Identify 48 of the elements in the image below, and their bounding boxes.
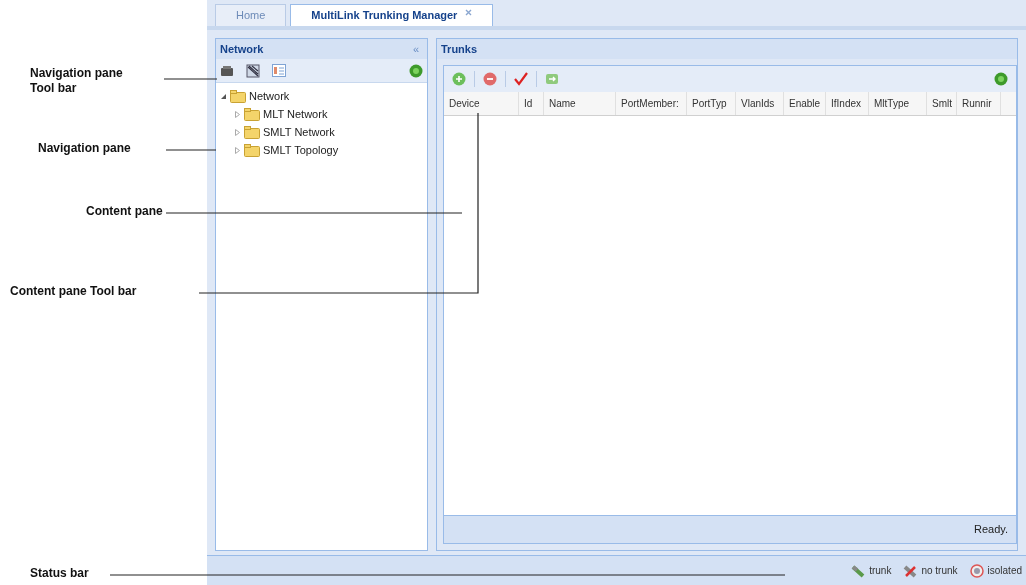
callout-label: Navigation pane bbox=[38, 141, 131, 156]
tree-item[interactable]: MLT Network bbox=[263, 105, 328, 123]
device-icon[interactable] bbox=[220, 64, 234, 77]
tree-item[interactable]: Network bbox=[249, 87, 290, 105]
topology-icon[interactable] bbox=[246, 63, 260, 78]
list-icon[interactable] bbox=[272, 64, 286, 77]
help-icon[interactable] bbox=[994, 72, 1008, 86]
panel-title: Network bbox=[220, 41, 264, 57]
column-header[interactable]: Id bbox=[519, 92, 544, 115]
broken-link-icon bbox=[903, 563, 918, 578]
callout-label: Status bar bbox=[30, 566, 89, 581]
callout-label: Content pane Tool bar bbox=[10, 284, 137, 299]
tree-item[interactable]: SMLT Topology bbox=[263, 141, 339, 159]
column-header[interactable]: PortTyp bbox=[687, 92, 736, 115]
help-icon[interactable] bbox=[409, 63, 423, 78]
leader-line bbox=[163, 78, 218, 80]
expand-arrow-icon[interactable] bbox=[234, 128, 241, 136]
legend-label: isolated bbox=[987, 564, 1022, 578]
checkmark-icon[interactable] bbox=[514, 72, 528, 86]
folder-icon bbox=[244, 143, 260, 157]
column-header[interactable]: Enable bbox=[784, 92, 826, 115]
folder-icon bbox=[244, 107, 260, 121]
column-header[interactable]: IfIndex bbox=[826, 92, 869, 115]
folder-icon bbox=[230, 89, 246, 103]
remove-icon[interactable] bbox=[483, 72, 497, 86]
column-header[interactable]: Runnir bbox=[957, 92, 1001, 115]
expand-arrow-icon[interactable] bbox=[234, 110, 241, 118]
legend-label: no trunk bbox=[921, 564, 958, 578]
tab[interactable]: MultiLink Trunking Manager bbox=[290, 4, 494, 26]
tree-item[interactable]: SMLT Network bbox=[263, 123, 335, 141]
column-header[interactable]: VlanIds bbox=[736, 92, 784, 115]
column-header[interactable]: Smlt bbox=[927, 92, 957, 115]
column-header[interactable]: Name bbox=[544, 92, 616, 115]
add-icon[interactable] bbox=[452, 72, 466, 86]
column-header[interactable]: PortMember: bbox=[616, 92, 687, 115]
collapse-arrow-icon[interactable] bbox=[220, 92, 227, 100]
legend-label: trunk bbox=[869, 564, 892, 578]
link-icon bbox=[851, 563, 866, 578]
column-header[interactable]: MltType bbox=[869, 92, 927, 115]
target-icon bbox=[969, 563, 984, 578]
callout-label: Content pane bbox=[86, 204, 163, 219]
callout-label: Navigation pane Tool bar bbox=[30, 66, 123, 96]
close-icon[interactable] bbox=[465, 9, 473, 16]
column-header[interactable]: Device bbox=[444, 92, 519, 115]
status-text: Ready. bbox=[973, 522, 1008, 538]
expand-arrow-icon[interactable] bbox=[234, 146, 241, 154]
panel-title: Trunks bbox=[441, 41, 478, 57]
folder-icon bbox=[244, 125, 260, 139]
